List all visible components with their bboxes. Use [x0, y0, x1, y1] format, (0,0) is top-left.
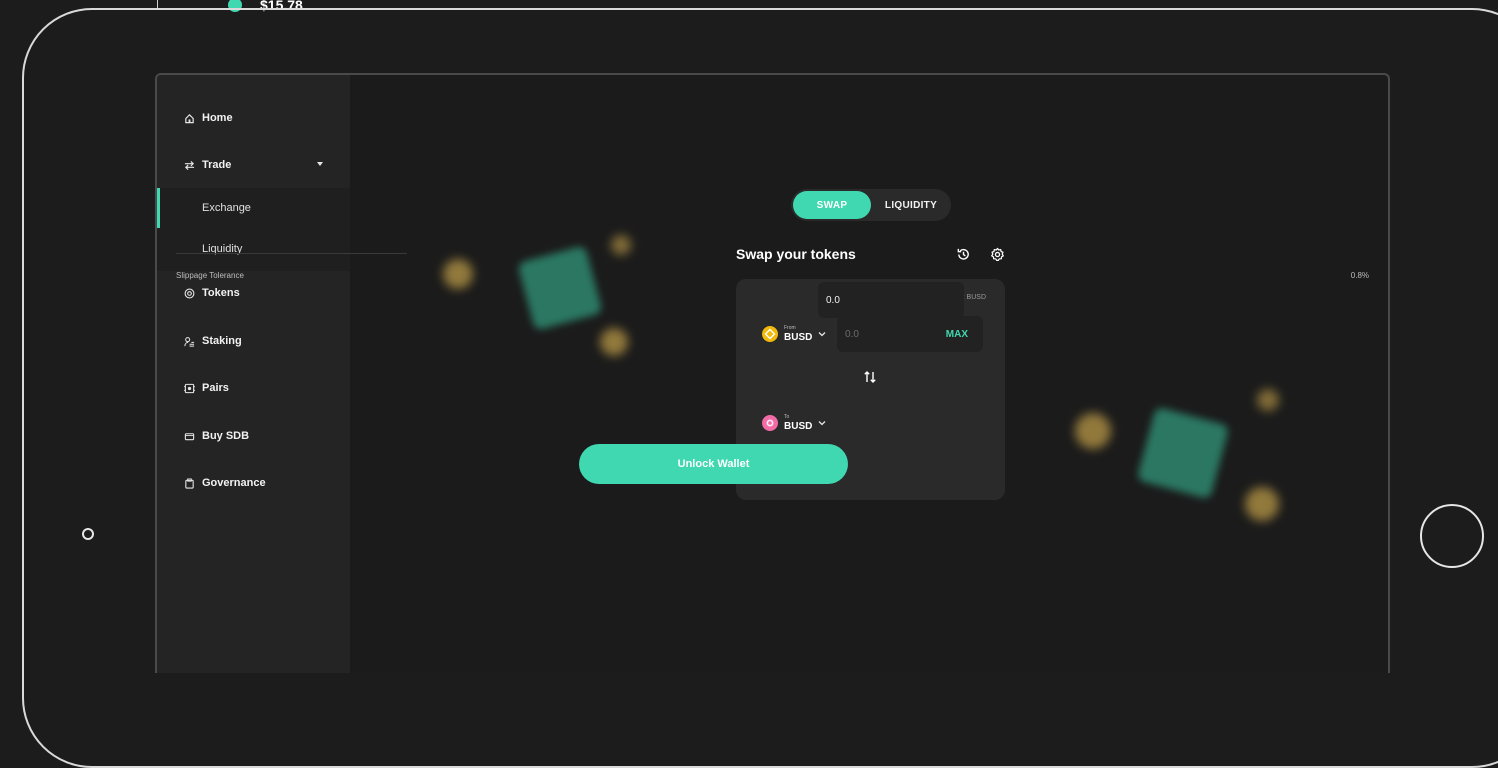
- from-amount-placeholder: 0.0: [845, 328, 859, 340]
- blurred-coin-decoration: [611, 235, 631, 255]
- sidebar-item-governance[interactable]: Governance: [157, 463, 350, 503]
- sidebar: Home Trade Exchange Liquidity Tokens Sta…: [157, 75, 350, 673]
- blurred-coin-decoration: [443, 259, 473, 289]
- from-amount-input[interactable]: 0.0 MAX: [837, 316, 983, 352]
- unlock-wallet-button[interactable]: Unlock Wallet: [579, 444, 848, 484]
- to-token-selector[interactable]: To BUSD: [784, 413, 813, 432]
- sidebar-item-home[interactable]: Home: [157, 98, 350, 138]
- staking-icon: [183, 335, 195, 347]
- pairs-icon: [183, 382, 195, 394]
- trade-arrows-icon: [183, 159, 195, 171]
- caret-down-icon: [317, 162, 323, 166]
- sidebar-item-exchange[interactable]: Exchange: [157, 188, 350, 228]
- app-screen: Home Trade Exchange Liquidity Tokens Sta…: [155, 73, 1390, 673]
- history-icon[interactable]: [954, 245, 972, 263]
- to-token-icon: [762, 415, 778, 431]
- to-token-symbol: BUSD: [784, 420, 813, 432]
- sidebar-item-buy-sdb[interactable]: Buy SDB: [157, 416, 350, 456]
- wallet-icon: [183, 430, 195, 442]
- tab-liquidity[interactable]: LIQUIDITY: [873, 191, 949, 219]
- max-button[interactable]: MAX: [946, 329, 968, 340]
- sidebar-item-trade[interactable]: Trade: [157, 145, 350, 185]
- to-amount-value: 0.0: [826, 294, 840, 306]
- sidebar-item-liquidity[interactable]: Liquidity: [157, 229, 350, 269]
- slippage-value: 0.8%: [1350, 271, 1369, 280]
- sidebar-item-staking[interactable]: Staking: [157, 321, 350, 361]
- sidebar-item-label: Trade: [202, 159, 232, 171]
- chevron-down-icon[interactable]: [818, 418, 826, 428]
- divider: [176, 253, 407, 254]
- from-caption: From: [784, 324, 796, 331]
- busd-token-icon: [762, 326, 778, 342]
- sidebar-item-label: Home: [202, 112, 233, 124]
- home-button: [1420, 504, 1484, 568]
- chevron-down-icon[interactable]: [818, 329, 826, 339]
- sidebar-item-label: Governance: [202, 477, 266, 489]
- blurred-coin-decoration: [1257, 389, 1279, 411]
- blurred-coin-decoration: [600, 328, 628, 356]
- from-token-row: From BUSD 0.0 MAX: [755, 313, 986, 355]
- blurred-coin-decoration: [1075, 413, 1111, 449]
- to-amount-input[interactable]: 0.0: [818, 282, 964, 318]
- from-token-symbol: BUSD: [784, 331, 813, 343]
- blurred-coin-decoration: [1245, 487, 1279, 521]
- swap-direction-icon[interactable]: [862, 369, 878, 385]
- tokens-icon: [183, 287, 195, 299]
- blurred-cube-decoration: [517, 245, 603, 331]
- sidebar-item-label: Buy SDB: [202, 430, 250, 442]
- governance-icon: [183, 477, 195, 489]
- sidebar-item-pairs[interactable]: Pairs: [157, 368, 350, 408]
- blurred-cube-decoration: [1136, 406, 1230, 500]
- trade-subnav: Exchange Liquidity: [157, 188, 350, 271]
- sidebar-item-label: Staking: [202, 335, 242, 347]
- swap-liquidity-tabs: SWAP LIQUIDITY: [791, 189, 951, 221]
- sidebar-item-label: Tokens: [202, 287, 240, 299]
- slippage-label: Slippage Tolerance: [176, 271, 244, 280]
- sidebar-item-label: Exchange: [202, 202, 251, 214]
- camera-dot: [82, 528, 94, 540]
- from-token-selector[interactable]: From BUSD: [784, 324, 813, 343]
- home-icon: [183, 112, 195, 124]
- sidebar-item-label: Pairs: [202, 382, 229, 394]
- to-caption: To: [784, 413, 790, 420]
- tab-swap[interactable]: SWAP: [793, 191, 871, 219]
- to-token-row: To BUSD: [755, 402, 986, 444]
- gear-icon[interactable]: [988, 245, 1006, 263]
- swap-title: Swap your tokens: [736, 246, 856, 262]
